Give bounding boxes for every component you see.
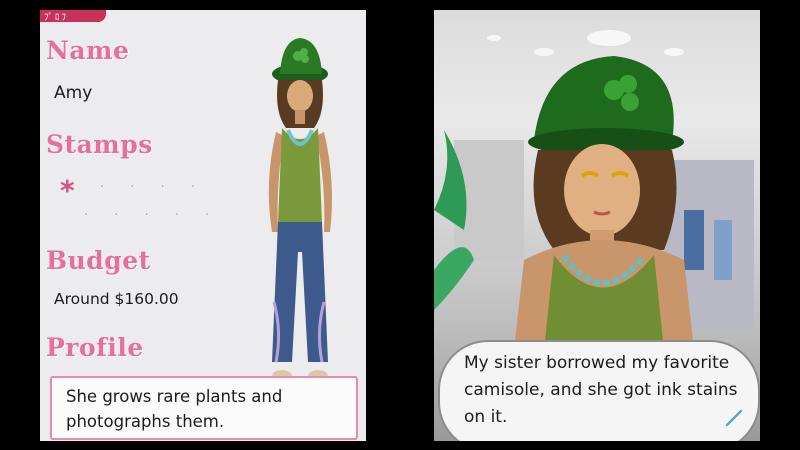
stamp-empty-row-1: · · · · bbox=[100, 180, 206, 195]
corner-tab[interactable]: ﾌﾟﾛﾌ bbox=[40, 10, 106, 23]
profile-heading: Profile bbox=[46, 333, 144, 362]
corner-tab-label: ﾌﾟﾛﾌ bbox=[44, 13, 69, 23]
profile-text: She grows rare plants and photographs th… bbox=[66, 387, 283, 431]
name-value: Amy bbox=[54, 83, 93, 103]
profile-box: She grows rare plants and photographs th… bbox=[50, 376, 358, 440]
stamp-empty-row-2: · · · · · bbox=[84, 208, 221, 223]
profile-screen: ﾌﾟﾛﾌ Name Amy Stamps * · · · · · · · · ·… bbox=[40, 10, 366, 441]
budget-value: Around $160.00 bbox=[54, 290, 179, 308]
budget-heading: Budget bbox=[46, 246, 151, 275]
stylus-pen-icon bbox=[725, 409, 743, 427]
dialogue-text: My sister borrowed my favorite camisole,… bbox=[464, 353, 738, 427]
dialogue-screen: My sister borrowed my favorite camisole,… bbox=[434, 10, 760, 441]
stamps-heading: Stamps bbox=[46, 130, 153, 159]
character-full-body bbox=[268, 38, 332, 382]
stamp-earned-icon: * bbox=[60, 174, 75, 207]
speech-bubble[interactable]: My sister borrowed my favorite camisole,… bbox=[438, 340, 760, 441]
character-closeup bbox=[514, 56, 694, 350]
name-heading: Name bbox=[46, 36, 130, 65]
